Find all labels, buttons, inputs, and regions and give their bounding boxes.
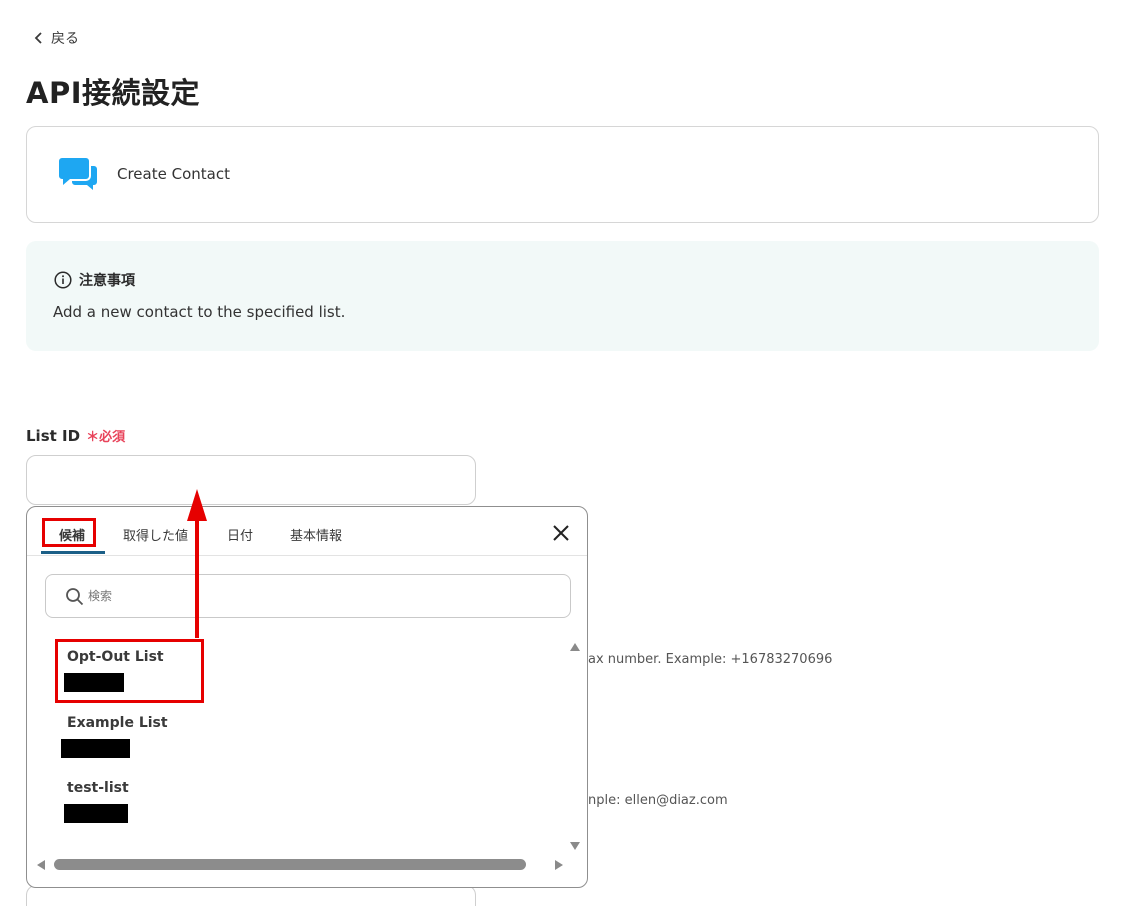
tab-date[interactable]: 日付 (227, 525, 253, 544)
next-field-input[interactable] (26, 885, 476, 906)
action-card: Create Contact (26, 126, 1099, 223)
notice-heading: 注意事項 (54, 270, 135, 290)
scroll-up-icon[interactable] (570, 643, 580, 651)
option-name: Example List (67, 715, 168, 731)
list-item[interactable]: test-list (64, 780, 129, 823)
list-id-label: List ID ＊必須 (26, 426, 126, 446)
search-input[interactable] (88, 585, 528, 607)
back-label: 戻る (51, 31, 79, 47)
page-title: API接続設定 (26, 76, 200, 110)
info-icon (54, 271, 72, 289)
option-annotation-box (55, 639, 204, 703)
list-id-label-text: List ID (26, 426, 81, 445)
scroll-down-icon[interactable] (570, 842, 580, 850)
notice-body: Add a new contact to the specified list. (53, 303, 346, 321)
dropdown-tabs: 候補 取得した値 日付 基本情報 (27, 507, 587, 556)
list-item[interactable]: Example List (61, 715, 168, 758)
close-icon[interactable] (551, 523, 571, 543)
horizontal-scrollbar[interactable] (35, 857, 565, 873)
required-badge: ＊必須 (86, 430, 126, 445)
chevron-left-icon (34, 32, 42, 44)
tab-basic-info[interactable]: 基本情報 (290, 525, 342, 544)
search-icon (66, 588, 84, 606)
list-id-input[interactable] (26, 455, 476, 505)
page: 戻る API接続設定 Create Contact 注意事項 Add a new… (0, 0, 1128, 906)
search-box (45, 574, 571, 618)
action-name: Create Contact (117, 165, 230, 183)
scroll-right-icon[interactable] (555, 860, 563, 870)
suggestion-dropdown: 候補 取得した値 日付 基本情報 Opt-Out List Example Li… (26, 506, 588, 888)
tab-annotation-box (42, 518, 96, 547)
redacted-id (64, 804, 128, 823)
notice-box: 注意事項 Add a new contact to the specified … (26, 241, 1099, 351)
vertical-scrollbar[interactable] (567, 639, 583, 854)
chat-bubbles-icon (59, 158, 97, 190)
back-link[interactable]: 戻る (33, 28, 79, 48)
notice-title: 注意事項 (79, 273, 135, 289)
email-hint: nple: ellen@diaz.com (588, 793, 728, 808)
redacted-id (61, 739, 130, 758)
scrollbar-thumb[interactable] (54, 859, 526, 870)
scroll-left-icon[interactable] (37, 860, 45, 870)
option-name: test-list (67, 780, 129, 796)
fax-hint: ax number. Example: +16783270696 (588, 652, 833, 667)
active-tab-indicator (41, 551, 105, 554)
tab-acquired-values[interactable]: 取得した値 (123, 525, 188, 544)
